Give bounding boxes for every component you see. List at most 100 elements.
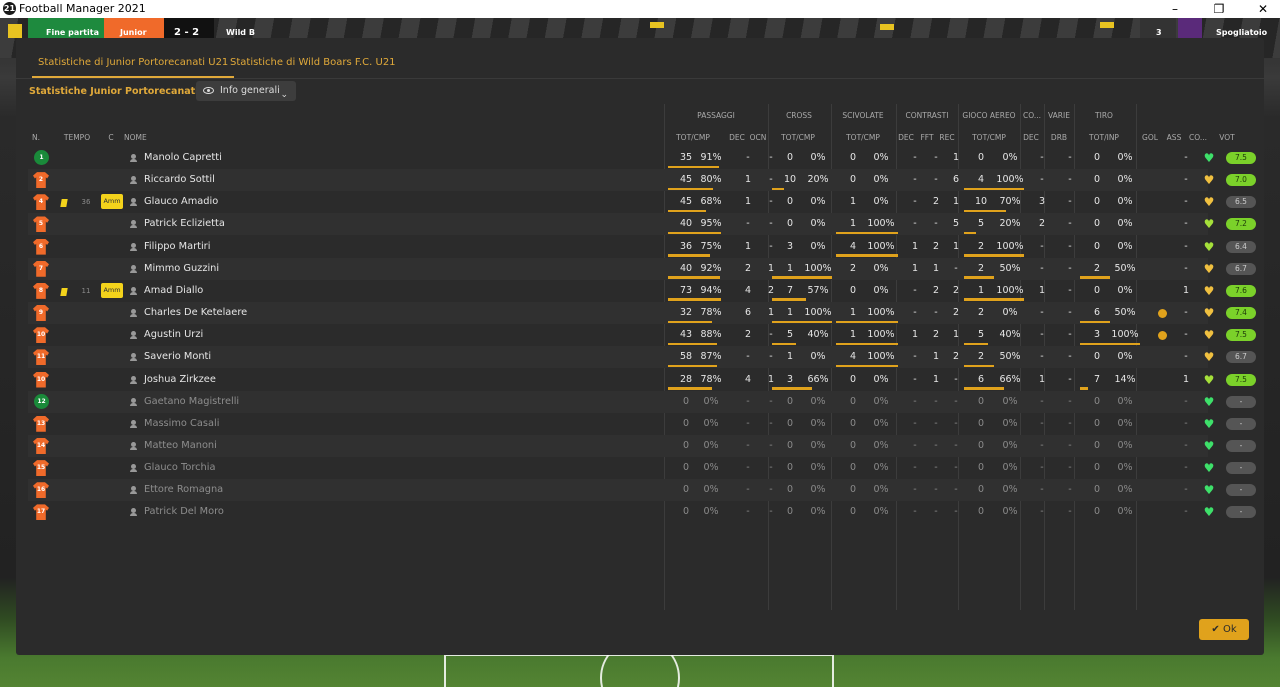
dribbles: - <box>1068 284 1072 296</box>
passes-bar <box>668 165 719 168</box>
column-header-nome[interactable]: NOME <box>124 133 184 142</box>
challenges-fouls: 1 <box>932 373 940 385</box>
column-header-contr-rec[interactable]: REC <box>936 133 958 142</box>
challenges-fouls: 1 <box>932 262 940 274</box>
table-row[interactable]: 12 Gaetano Magistrelli 0 0% - - 0 0% 0 0% - - - 0 0% - -… <box>28 390 1256 413</box>
alerts-count[interactable]: 3 <box>1156 18 1162 40</box>
shots-total: 0 <box>1093 218 1101 230</box>
tab-junior-stats[interactable]: Statistiche di Junior Portorecanati U21 <box>32 52 235 78</box>
column-header-gol[interactable]: GOL <box>1140 133 1160 142</box>
shots-total: 0 <box>1093 484 1101 496</box>
table-row[interactable]: 8 11 Amm Amad Diallo 73 94% 4 2 7 57% 0 0% -2 2 1 100% 1… <box>28 280 1256 302</box>
tackles-bar <box>836 231 898 235</box>
condition-heart-icon: ♥ <box>1203 483 1215 498</box>
crosses-completion: 0% <box>810 395 826 407</box>
table-row[interactable]: 6 Filippo Martiri 36 75% 1-3 0% 4 100% 1 2 1 2 100% -… <box>28 236 1256 258</box>
shots-bar <box>1080 276 1110 279</box>
table-row[interactable]: 11 Saverio Monti 58 87% - -1 0% 4 100% -1 2 2 50% - -0… <box>28 346 1256 369</box>
player-name[interactable]: Filippo Martiri <box>144 236 210 258</box>
column-header-tempo[interactable]: TEMPO <box>56 133 98 142</box>
condition-heart-icon: ♥ <box>1203 151 1215 165</box>
dressing-room-link[interactable]: Spogliatoio <box>1216 18 1267 40</box>
column-header-tackle-totcmp[interactable]: TOT/CMP <box>840 133 886 142</box>
tab-wild-boars-stats[interactable]: Statistiche di Wild Boars F.C. U21 <box>224 52 402 78</box>
player-name[interactable]: Riccardo Sottil <box>144 169 215 191</box>
crosses-total: 0 <box>786 417 794 429</box>
ok-button[interactable]: ✔ Ok <box>1199 619 1249 640</box>
fm21-logo-icon: 21 <box>3 2 16 15</box>
player-name[interactable]: Amad Diallo <box>144 280 203 302</box>
group-header: CO... <box>1023 111 1041 120</box>
column-header-c[interactable]: C <box>104 133 118 142</box>
headers-completion: 0% <box>1002 152 1018 163</box>
column-header-co[interactable]: CO... <box>1186 133 1210 142</box>
column-header-pass-dec[interactable]: DEC <box>724 133 750 142</box>
tackles-total: 0 <box>849 417 857 429</box>
table-row[interactable]: 14 Matteo Manoni 0 0% - -0 0% 0 0% - - -0 0% - -0 0% - ♥ - <box>28 434 1256 457</box>
column-header-contr-dec[interactable]: DEC <box>896 133 916 142</box>
table-row[interactable]: 1 Manolo Capretti 35 91% - -0 0% 0 0% - -1 0 0% - -0 0%… <box>28 147 1256 169</box>
challenges-recoveries: - <box>954 417 958 429</box>
player-name[interactable]: Gaetano Magistrelli <box>144 391 239 413</box>
minimize-button[interactable]: – <box>1160 1 1190 17</box>
column-header-pass-totcmp[interactable]: TOT/CMP <box>670 133 716 142</box>
player-name[interactable]: Manolo Capretti <box>144 147 222 169</box>
co-key: - <box>1040 417 1044 429</box>
view-dropdown[interactable]: Info generali ⌄ <box>196 81 296 101</box>
table-row[interactable]: 16 Ettore Romagna 0 0% - -0 0% 0 0% - - -0 0% - -0 0% - ♥… <box>28 479 1256 502</box>
player-name[interactable]: Saverio Monti <box>144 346 211 368</box>
tackles-total: 2 <box>849 262 857 274</box>
table-row[interactable]: 10 Joshua Zirkzee 28 78% 4 1 3 66% 0 0% -1-6 66% 1-7… <box>28 369 1256 391</box>
table-row[interactable]: 17 Patrick Del Moro 0 0% - - 0 0% 0 0% - - - 0 0% - - 0 0%… <box>28 501 1256 523</box>
player-profile-icon <box>130 154 137 162</box>
headers-completion: 0% <box>1002 484 1018 496</box>
co-key: - <box>1040 395 1044 407</box>
table-row[interactable]: 15 Glauco Torchia 0 0% - -0 0% 0 0% - - -0 0% - -0 0% - ♥… <box>28 457 1256 479</box>
group-header: GIOCO AEREO <box>962 111 1016 120</box>
table-row[interactable]: 2 Riccardo Sottil 45 80% 1-10 20% 0 0% - -6 4 100% -… <box>28 169 1256 192</box>
column-header-ass[interactable]: ASS <box>1164 133 1184 142</box>
player-name[interactable]: Glauco Torchia <box>144 457 215 479</box>
player-name[interactable]: Massimo Casali <box>144 413 219 435</box>
close-button[interactable]: ✕ <box>1248 1 1278 17</box>
table-row[interactable]: 5 Patrick Eclizietta 40 95% - -0 0% 1 100% - -5 5 20… <box>28 213 1256 236</box>
headers-completion: 20% <box>999 218 1021 230</box>
player-name[interactable]: Matteo Manoni <box>144 435 217 457</box>
column-header-contr-fft[interactable]: FFT <box>916 133 938 142</box>
column-header-pass-ocn[interactable]: OCN <box>748 133 768 142</box>
player-name[interactable]: Glauco Amadio <box>144 191 218 213</box>
stats-dialog: Statistiche di Junior Portorecanati U21 … <box>16 38 1264 655</box>
maximize-button[interactable]: ❐ <box>1204 1 1234 17</box>
player-name[interactable]: Mimmo Guzzini <box>144 258 219 280</box>
tackles-completion: 0% <box>873 174 889 186</box>
column-header-cross-totcmp[interactable]: TOT/CMP <box>776 133 820 142</box>
column-header-co-dec[interactable]: DEC <box>1020 133 1042 142</box>
column-header-varie-drb[interactable]: DRB <box>1044 133 1074 142</box>
shirt-number-icon: 1 <box>34 150 49 165</box>
table-row[interactable]: 4 36 Amm Glauco Amadio 45 68% 1-0 0% 1 0% -2 1 10 70%… <box>28 191 1256 213</box>
menu-button[interactable] <box>1178 18 1202 40</box>
player-name[interactable]: Patrick Eclizietta <box>144 213 225 235</box>
assists: - <box>1184 351 1188 363</box>
crosses-total: 0 <box>786 439 794 451</box>
column-header-tiro-totinp[interactable]: TOT/INP <box>1082 133 1126 142</box>
shots-on-target: 0% <box>1117 284 1133 296</box>
player-name[interactable]: Patrick Del Moro <box>144 501 224 523</box>
headers-bar <box>964 209 1006 213</box>
table-row[interactable]: 13 Massimo Casali 0 0% - -0 0% 0 0% - - -0 0% - -0 0% - ♥… <box>28 413 1256 435</box>
column-header-aereo-totcmp[interactable]: TOT/CMP <box>960 133 1018 142</box>
away-team: Wild B <box>226 28 255 37</box>
player-name[interactable]: Agustin Urzi <box>144 324 203 346</box>
player-name[interactable]: Charles De Ketelaere <box>144 302 247 324</box>
player-name[interactable]: Ettore Romagna <box>144 479 223 501</box>
column-header-n[interactable]: N. <box>28 133 44 142</box>
player-name[interactable]: Joshua Zirkzee <box>144 369 216 391</box>
passes-key: 6 <box>744 307 752 319</box>
table-row[interactable]: 7 Mimmo Guzzini 40 92% 2 1 1 100% 2 0% 1 1-2 50% - -2 5… <box>28 257 1256 280</box>
table-row[interactable]: 9 Charles De Ketelaere 32 78% 6 1 1 100% 1 100% - -… <box>28 302 1256 325</box>
column-header-vot[interactable]: VOT <box>1212 133 1242 142</box>
crosses-completion: 20% <box>807 174 829 186</box>
goal-icon <box>1158 309 1167 319</box>
shirt-number-icon: 6 <box>33 238 49 255</box>
table-row[interactable]: 10 Agustin Urzi 43 88% 2-5 40% 1 100% 1 2 1 5 40% - -3… <box>28 324 1256 346</box>
